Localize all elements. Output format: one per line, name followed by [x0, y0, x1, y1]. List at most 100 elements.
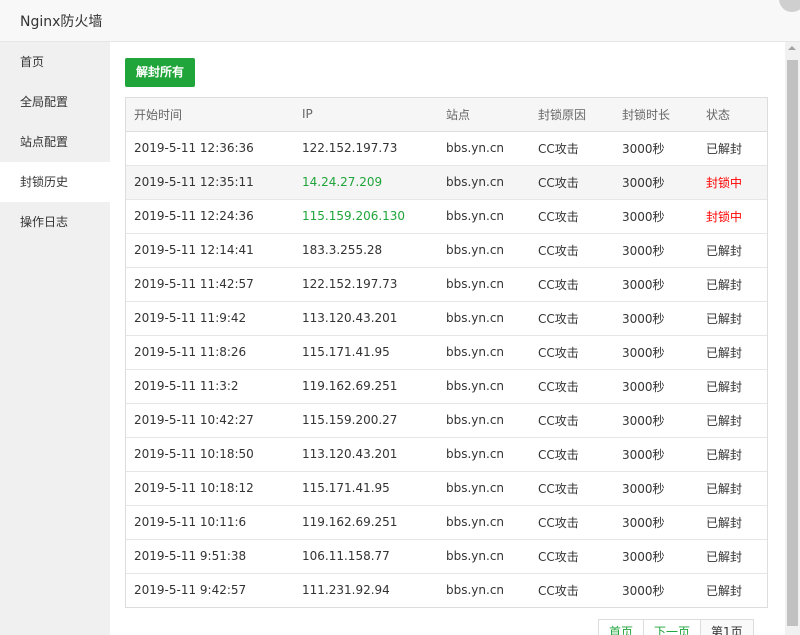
column-header-duration: 封锁时长 [614, 98, 698, 132]
scroll-up-icon[interactable] [788, 46, 796, 50]
cell-reason: CC攻击 [538, 311, 579, 326]
table-row: 2019-5-11 10:18:12 115.171.41.95 bbs.yn.cn… [126, 471, 767, 505]
column-header-start-time: 开始时间 [126, 98, 294, 132]
cell-reason: CC攻击 [538, 379, 579, 394]
cell-ip: 115.171.41.95 [302, 345, 390, 359]
cell-start-time: 2019-5-11 10:18:50 [134, 447, 254, 461]
cell-duration: 3000秒 [622, 583, 665, 598]
cell-site: bbs.yn.cn [446, 447, 505, 461]
column-header-status: 状态 [698, 98, 767, 132]
cell-status: 已解封 [706, 481, 743, 496]
table-row: 2019-5-11 12:14:41 183.3.255.28 bbs.yn.cn C… [126, 233, 767, 267]
table-row: 2019-5-11 12:24:36 115.159.206.130 bbs.yn.… [126, 199, 767, 233]
cell-status: 已解封 [706, 549, 743, 564]
cell-status: 已解封 [706, 277, 743, 292]
cell-duration: 3000秒 [622, 209, 665, 224]
cell-reason: CC攻击 [538, 549, 579, 564]
current-page-indicator: 第1页 [701, 620, 753, 635]
cell-ip: 113.120.43.201 [302, 311, 398, 325]
cell-duration: 3000秒 [622, 311, 665, 326]
cell-reason: CC攻击 [538, 243, 579, 258]
cell-duration: 3000秒 [622, 345, 665, 360]
cell-start-time: 2019-5-11 12:14:41 [134, 243, 254, 257]
cell-reason: CC攻击 [538, 583, 579, 598]
unblock-all-button[interactable]: 解封所有 [125, 58, 195, 87]
cell-ip: 115.171.41.95 [302, 481, 390, 495]
cell-start-time: 2019-5-11 10:42:27 [134, 413, 254, 427]
block-history-table: 开始时间 IP 站点 封锁原因 封锁时长 状态 2019-5-11 12:36:… [125, 97, 768, 608]
cell-ip: 183.3.255.28 [302, 243, 383, 257]
cell-status: 已解封 [706, 583, 743, 598]
cell-ip: 106.11.158.77 [302, 549, 390, 563]
sidebar-item-operation-log[interactable]: 操作日志 [0, 202, 110, 242]
cell-site: bbs.yn.cn [446, 413, 505, 427]
table-body: 2019-5-11 12:36:36 122.152.197.73 bbs.yn.c… [126, 131, 767, 607]
cell-start-time: 2019-5-11 12:35:11 [134, 175, 254, 189]
scrollbar-thumb[interactable] [787, 60, 798, 626]
cell-duration: 3000秒 [622, 175, 665, 190]
table-row: 2019-5-11 11:9:42 113.120.43.201 bbs.yn.cn… [126, 301, 767, 335]
table-row: 2019-5-11 9:51:38 106.11.158.77 bbs.yn.cn C… [126, 539, 767, 573]
main-content: 解封所有 开始时间 IP 站点 封锁原因 封锁时长 状态 2019-5-11 1… [110, 42, 785, 635]
cell-start-time: 2019-5-11 12:24:36 [134, 209, 254, 223]
next-page-link[interactable]: 下一页 [644, 620, 702, 635]
pagination: 首页 下一页 第1页 [598, 619, 754, 635]
cell-start-time: 2019-5-11 10:18:12 [134, 481, 254, 495]
cell-site: bbs.yn.cn [446, 379, 505, 393]
cell-status: 已解封 [706, 141, 743, 156]
sidebar-item-home[interactable]: 首页 [0, 42, 110, 82]
sidebar: 首页 全局配置 站点配置 封锁历史 操作日志 [0, 42, 110, 635]
cell-reason: CC攻击 [538, 481, 579, 496]
close-icon[interactable] [779, 0, 800, 12]
cell-reason: CC攻击 [538, 413, 579, 428]
cell-duration: 3000秒 [622, 141, 665, 156]
cell-duration: 3000秒 [622, 277, 665, 292]
window-titlebar: Nginx防火墙 [0, 0, 800, 42]
cell-reason: CC攻击 [538, 175, 579, 190]
sidebar-item-site-config[interactable]: 站点配置 [0, 122, 110, 162]
cell-duration: 3000秒 [622, 413, 665, 428]
cell-ip: 14.24.27.209 [302, 175, 383, 189]
cell-reason: CC攻击 [538, 515, 579, 530]
cell-ip: 122.152.197.73 [302, 277, 398, 291]
cell-start-time: 2019-5-11 10:11:6 [134, 515, 247, 529]
cell-status: 已解封 [706, 379, 743, 394]
cell-site: bbs.yn.cn [446, 243, 505, 257]
table-row: 2019-5-11 9:42:57 111.231.92.94 bbs.yn.cn C… [126, 573, 767, 607]
cell-ip: 111.231.92.94 [302, 583, 390, 598]
sidebar-item-block-history[interactable]: 封锁历史 [0, 162, 110, 202]
cell-start-time: 2019-5-11 11:3:2 [134, 379, 239, 393]
cell-status: 已解封 [706, 345, 743, 360]
cell-status: 已解封 [706, 243, 743, 258]
cell-site: bbs.yn.cn [446, 481, 505, 495]
cell-duration: 3000秒 [622, 515, 665, 530]
cell-reason: CC攻击 [538, 277, 579, 292]
table-row: 2019-5-11 12:35:11 14.24.27.209 bbs.yn.cn C… [126, 165, 767, 199]
scrollbar[interactable] [785, 42, 800, 635]
cell-ip: 113.120.43.201 [302, 447, 398, 461]
cell-status: 已解封 [706, 311, 743, 326]
cell-status: 已解封 [706, 447, 743, 462]
cell-site: bbs.yn.cn [446, 175, 505, 189]
cell-ip: 122.152.197.73 [302, 141, 398, 155]
cell-start-time: 2019-5-11 9:51:38 [134, 549, 247, 563]
column-header-ip: IP [294, 98, 438, 132]
first-page-link[interactable]: 首页 [599, 620, 645, 635]
table-row: 2019-5-11 10:42:27 115.159.200.27 bbs.yn.c… [126, 403, 767, 437]
sidebar-item-global-config[interactable]: 全局配置 [0, 82, 110, 122]
cell-reason: CC攻击 [538, 141, 579, 156]
cell-start-time: 2019-5-11 12:36:36 [134, 141, 254, 155]
cell-ip: 115.159.200.27 [302, 413, 398, 427]
cell-site: bbs.yn.cn [446, 141, 505, 155]
table-header-row: 开始时间 IP 站点 封锁原因 封锁时长 状态 [126, 98, 767, 132]
cell-site: bbs.yn.cn [446, 549, 505, 563]
table-row: 2019-5-11 11:3:2 119.162.69.251 bbs.yn.cn C… [126, 369, 767, 403]
cell-duration: 3000秒 [622, 379, 665, 394]
cell-site: bbs.yn.cn [446, 583, 505, 598]
cell-start-time: 2019-5-11 9:42:57 [134, 583, 247, 598]
cell-start-time: 2019-5-11 11:42:57 [134, 277, 254, 291]
cell-ip: 119.162.69.251 [302, 379, 398, 393]
table-row: 2019-5-11 11:8:26 115.171.41.95 bbs.yn.cn C… [126, 335, 767, 369]
cell-ip: 115.159.206.130 [302, 209, 406, 223]
cell-site: bbs.yn.cn [446, 345, 505, 359]
